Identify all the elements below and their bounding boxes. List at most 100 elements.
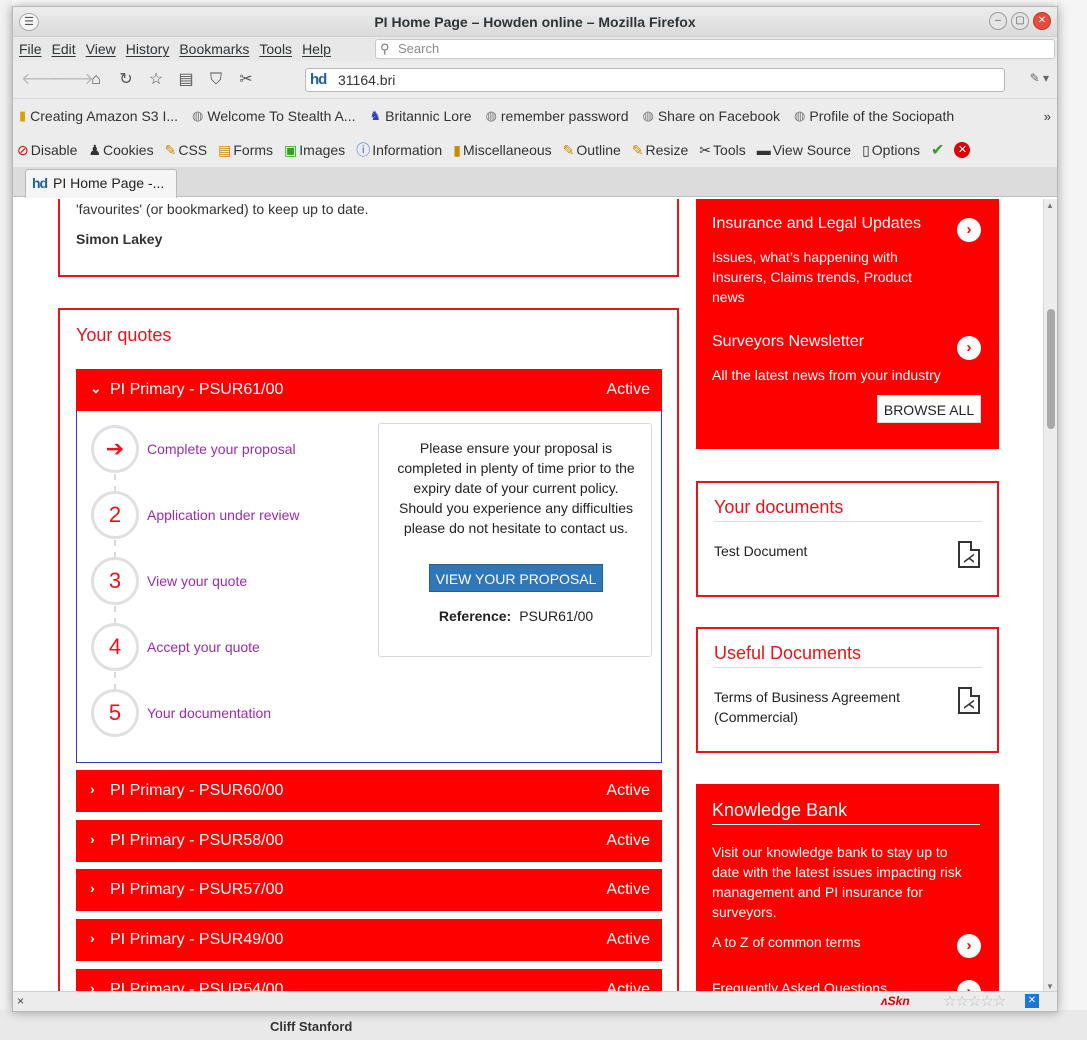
bookmark-item[interactable]: ◍ Share on Facebook bbox=[642, 108, 780, 124]
bookmarks-overflow-icon[interactable]: » bbox=[1044, 109, 1051, 124]
menu-bar: File Edit View History Bookmarks Tools H… bbox=[13, 37, 1057, 61]
bookmark-item[interactable]: ♞ Britannic Lore bbox=[369, 108, 471, 124]
home-icon[interactable]: ⌂ bbox=[81, 66, 111, 94]
quote-name: PI Primary - PSUR61/00 bbox=[110, 381, 284, 398]
forward-icon[interactable]: 🡒 bbox=[51, 66, 94, 94]
disable-icon: ⊘ bbox=[17, 141, 29, 158]
menu-tools[interactable]: Tools bbox=[257, 41, 294, 57]
knowledge-bank-desc: Visit our knowledge bank to stay up to d… bbox=[712, 844, 962, 920]
information-icon: ⓘ bbox=[356, 142, 371, 158]
browse-all-button[interactable]: BROWSE ALL bbox=[877, 395, 981, 423]
welcome-signature: Simon Lakey bbox=[76, 231, 163, 247]
pdf-icon[interactable]: ⋌ bbox=[958, 541, 980, 568]
bookmark-item[interactable]: ◍ Profile of the Sociopath bbox=[794, 108, 954, 124]
document-link[interactable]: Test Document bbox=[714, 541, 807, 561]
minimize-icon[interactable]: – bbox=[989, 12, 1007, 30]
quotes-section: Your quotes ⌄ PI Primary - PSUR61/00 Act… bbox=[58, 308, 679, 993]
bookmark-item[interactable]: ◍ remember password bbox=[486, 108, 629, 124]
scrollbar-thumb[interactable] bbox=[1047, 309, 1055, 429]
webdev-options[interactable]: ▯ Options bbox=[862, 142, 920, 159]
maximize-icon[interactable]: ▢ bbox=[1011, 12, 1029, 30]
menu-help[interactable]: Help bbox=[300, 41, 333, 57]
webdev-information[interactable]: ⓘ Information bbox=[356, 140, 442, 160]
webdev-forms[interactable]: ▤ Forms bbox=[218, 142, 273, 159]
view-proposal-button[interactable]: VIEW YOUR PROPOSAL bbox=[429, 564, 603, 592]
webdev-view-source[interactable]: ▬ View Source bbox=[757, 142, 851, 158]
search-input[interactable]: ⚲ Search bbox=[375, 39, 1055, 59]
chevron-right-icon: › bbox=[90, 880, 95, 896]
cut-icon[interactable]: ✂ bbox=[231, 66, 261, 94]
webdev-tools[interactable]: ✂ Tools bbox=[699, 142, 745, 159]
webdev-images[interactable]: ▣ Images bbox=[284, 142, 345, 159]
scroll-down-icon[interactable]: ▼ bbox=[1046, 982, 1054, 991]
menu-file[interactable]: File bbox=[17, 41, 44, 57]
webdev-disable[interactable]: ⊘ Disable bbox=[17, 142, 77, 159]
miscellaneous-icon: ▮ bbox=[453, 141, 461, 158]
bookmark-item[interactable]: ▮ Creating Amazon S3 I... bbox=[19, 108, 178, 124]
quote-details-panel: ➔ 2 3 4 5 Complete your proposal Applica… bbox=[76, 411, 662, 763]
bookmark-star-icon[interactable]: ☆ bbox=[141, 66, 171, 94]
quote-header-expanded[interactable]: ⌄ PI Primary - PSUR61/00 Active bbox=[76, 369, 662, 411]
quote-header-collapsed[interactable]: › PI Primary - PSUR60/00 Active bbox=[76, 770, 662, 812]
validation-error-icon[interactable]: ✕ bbox=[954, 142, 971, 158]
webdev-miscellaneous[interactable]: ▮ Miscellaneous bbox=[453, 142, 551, 159]
quote-status: Active bbox=[606, 832, 650, 849]
step-number: 2 bbox=[91, 491, 139, 539]
step-connector bbox=[114, 474, 116, 492]
step-link-complete-proposal[interactable]: Complete your proposal bbox=[147, 441, 296, 457]
step-link-documentation[interactable]: Your documentation bbox=[147, 705, 271, 721]
document-link[interactable]: Terms of Business Agreement (Commercial) bbox=[714, 687, 934, 727]
step-connector bbox=[114, 606, 116, 624]
tab-pi-home-page[interactable]: hd PI Home Page -... bbox=[25, 169, 177, 198]
site-favicon-icon: hd bbox=[310, 71, 327, 88]
proposal-info-text: Please ensure your proposal is completed… bbox=[397, 440, 635, 536]
step-link-application-review[interactable]: Application under review bbox=[147, 507, 300, 523]
arrow-right-icon[interactable]: › bbox=[957, 336, 981, 360]
extension-menu-icon[interactable]: ✎ ▾ bbox=[1030, 71, 1049, 85]
reference-label: Reference: bbox=[438, 608, 512, 624]
extension-logo[interactable]: ʌSkn bbox=[881, 994, 910, 1008]
webdev-outline[interactable]: ✎ Outline bbox=[563, 142, 621, 159]
webdev-cookies[interactable]: ♟ Cookies bbox=[88, 142, 153, 159]
quote-header-collapsed[interactable]: › PI Primary - PSUR54/00 Active bbox=[76, 969, 662, 993]
reader-icon[interactable]: ▤ bbox=[171, 66, 201, 94]
status-bar: × ʌSkn ☆☆☆☆☆ ✕ bbox=[13, 991, 1057, 1011]
menu-history[interactable]: History bbox=[124, 41, 172, 57]
close-statusbar-icon[interactable]: × bbox=[17, 994, 24, 1008]
pdf-icon[interactable]: ⋌ bbox=[958, 687, 980, 714]
pocket-icon[interactable]: ⛉ bbox=[201, 66, 231, 94]
validation-ok-icon[interactable]: ✔ bbox=[931, 140, 944, 160]
title-bar: ☰ PI Home Page – Howden online – Mozilla… bbox=[13, 7, 1057, 37]
webdev-resize[interactable]: ✎ Resize bbox=[632, 142, 689, 159]
reload-icon[interactable]: ↻ bbox=[111, 66, 141, 94]
arrow-right-icon[interactable]: › bbox=[957, 218, 981, 242]
menu-bookmarks[interactable]: Bookmarks bbox=[177, 41, 251, 57]
step-link-view-quote[interactable]: View your quote bbox=[147, 573, 247, 589]
tab-bar: hd PI Home Page -... bbox=[13, 167, 1057, 198]
divider bbox=[714, 521, 982, 522]
rating-stars-icon[interactable]: ☆☆☆☆☆ bbox=[943, 992, 1006, 1010]
insurance-updates-title[interactable]: Insurance and Legal Updates bbox=[712, 215, 921, 233]
webdev-css[interactable]: ✎ CSS bbox=[165, 142, 208, 159]
kb-link-a-to-z[interactable]: A to Z of common terms bbox=[712, 932, 861, 952]
x-extension-icon[interactable]: ✕ bbox=[1025, 994, 1039, 1008]
quote-header-collapsed[interactable]: › PI Primary - PSUR58/00 Active bbox=[76, 820, 662, 862]
url-bar[interactable]: hd 31164.bri bbox=[305, 68, 1005, 92]
back-icon[interactable]: 🡐 bbox=[21, 66, 64, 94]
close-window-icon[interactable]: ✕ bbox=[1033, 12, 1051, 30]
arrow-right-icon[interactable]: › bbox=[957, 934, 981, 958]
quote-header-collapsed[interactable]: › PI Primary - PSUR49/00 Active bbox=[76, 919, 662, 961]
step-link-accept-quote[interactable]: Accept your quote bbox=[147, 639, 260, 655]
welcome-box: 'favourites' (or bookmarked) to keep up … bbox=[58, 199, 679, 277]
menu-edit[interactable]: Edit bbox=[50, 41, 78, 57]
step-arrow-icon: ➔ bbox=[91, 425, 139, 473]
quote-header-collapsed[interactable]: › PI Primary - PSUR57/00 Active bbox=[76, 869, 662, 911]
vertical-scrollbar[interactable]: ▲ ▼ bbox=[1043, 199, 1057, 993]
useful-documents-box: Useful Documents Terms of Business Agree… bbox=[696, 627, 999, 753]
scroll-up-icon[interactable]: ▲ bbox=[1046, 201, 1054, 210]
step-number: 5 bbox=[91, 689, 139, 737]
newsletter-title[interactable]: Surveyors Newsletter bbox=[712, 333, 864, 351]
menu-view[interactable]: View bbox=[84, 41, 118, 57]
search-icon: ⚲ bbox=[380, 41, 390, 56]
bookmark-item[interactable]: ◍ Welcome To Stealth A... bbox=[192, 108, 355, 124]
